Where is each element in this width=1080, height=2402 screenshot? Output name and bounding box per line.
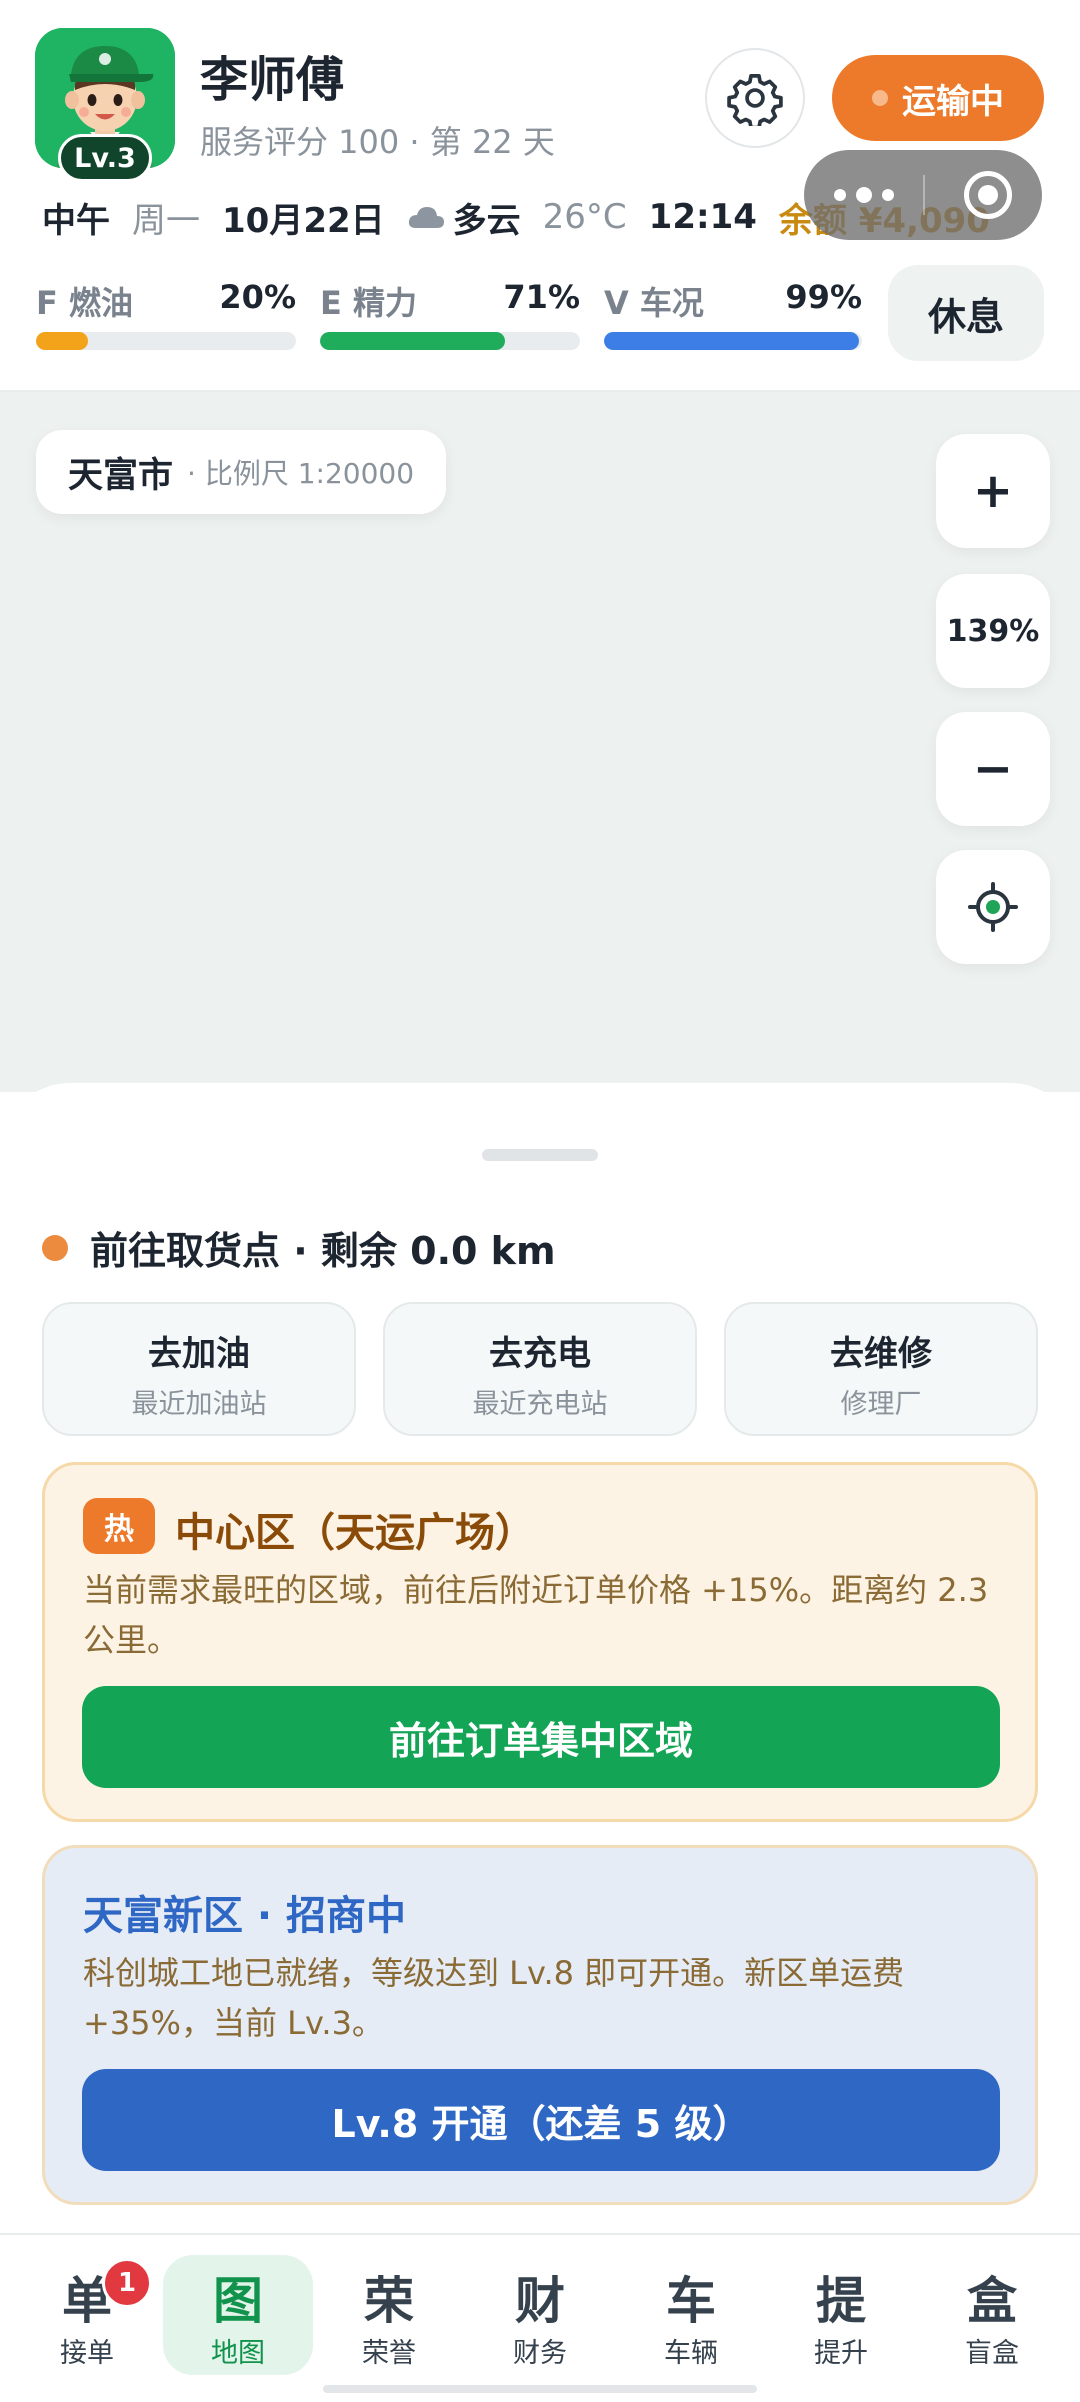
nav-label: 财务: [513, 2338, 567, 2369]
weekday: 周一: [132, 200, 200, 241]
service-subtitle: 最近充电站: [472, 1389, 608, 1420]
nav-vehicle[interactable]: 车 车辆: [616, 2255, 766, 2375]
stat-vehicle: V 车况 99%: [604, 278, 862, 358]
stat-label: F 燃油: [36, 284, 134, 322]
nav-label: 盲盒: [965, 2338, 1019, 2369]
new-zone-description: 科创城工地已就绪，等级达到 Lv.8 即可开通。新区单运费 +35%，当前 Lv…: [83, 1954, 905, 2042]
home-indicator[interactable]: [323, 2385, 757, 2393]
menu-dots-icon[interactable]: [834, 178, 894, 212]
service-subtitle: 修理厂: [840, 1389, 922, 1420]
service-title: 去维修: [830, 1334, 932, 1374]
weather: 多云: [452, 200, 521, 241]
transport-status-button[interactable]: 运输中: [832, 55, 1044, 141]
status-label: 运输中: [902, 81, 1004, 122]
stat-value: 20%: [219, 278, 296, 316]
city-chip: 天富市 · 比例尺 1:20000: [36, 430, 447, 514]
zoom-out-button[interactable]: −: [936, 712, 1050, 826]
settings-button[interactable]: [705, 48, 805, 148]
status-dot: [872, 90, 888, 106]
vehicle-bar: [604, 332, 862, 350]
cloud-icon: [408, 207, 444, 228]
date: 10月22日: [222, 200, 385, 241]
locate-icon: [968, 882, 1018, 932]
service-subtitle: 最近加油站: [131, 1389, 267, 1420]
service-title: 去加油: [148, 1334, 250, 1374]
target-icon[interactable]: [964, 171, 1012, 219]
nav-glyph: 车: [666, 2272, 716, 2330]
goto-hot-zone-button[interactable]: 前往订单集中区域: [82, 1686, 1000, 1788]
hot-tag: 热: [83, 1498, 155, 1554]
city-name: 天富市: [68, 455, 174, 496]
hot-zone-card: 热 中心区（天运广场） 当前需求最旺的区域，前往后附近订单价格 +15%。距离约…: [42, 1462, 1038, 1822]
new-zone-card: 天富新区 · 招商中 科创城工地已就绪，等级达到 Lv.8 即可开通。新区单运费…: [42, 1845, 1038, 2205]
zoom-in-button[interactable]: +: [936, 434, 1050, 548]
nav-glyph: 图: [213, 2272, 263, 2330]
stat-value: 99%: [785, 278, 862, 316]
route-status: 前往取货点 · 剩余 0.0 km: [42, 1220, 556, 1275]
driver-subtitle: 服务评分 100 · 第 22 天: [200, 123, 555, 161]
level-badge: Lv.3: [58, 134, 152, 182]
energy-bar-fill: [320, 332, 505, 350]
capsule-divider: [923, 175, 925, 215]
service-title: 去充电: [489, 1334, 591, 1374]
nav-upgrade[interactable]: 提 提升: [766, 2255, 916, 2375]
zoom-level: 139%: [936, 574, 1050, 688]
nav-label: 荣誉: [362, 2338, 416, 2369]
gear-icon: [727, 73, 783, 126]
orders-count-badge: 1: [102, 2258, 152, 2308]
fuel-bar: [36, 332, 296, 350]
locate-button[interactable]: [936, 850, 1050, 964]
fuel-bar-fill: [36, 332, 88, 350]
clock: 12:14: [648, 197, 757, 237]
hot-zone-description: 当前需求最旺的区域，前往后附近订单价格 +15%。距离约 2.3 公里。: [83, 1571, 989, 1659]
route-dot: [42, 1234, 68, 1261]
stat-label: E 精力: [320, 284, 418, 322]
energy-bar: [320, 332, 580, 350]
refuel-button[interactable]: 去加油 最近加油站: [42, 1302, 356, 1436]
miniprogram-capsule[interactable]: [804, 150, 1042, 240]
time-of-day: 中午: [42, 200, 110, 241]
stat-fuel: F 燃油 20%: [36, 278, 296, 358]
nav-label: 接单: [60, 2338, 114, 2369]
nav-glyph: 提: [816, 2272, 866, 2330]
nav-label: 提升: [814, 2338, 868, 2369]
map-scale: · 比例尺 1:20000: [187, 457, 415, 490]
nav-finance[interactable]: 财 财务: [465, 2255, 615, 2375]
unlock-new-zone-button[interactable]: Lv.8 开通（还差 5 级）: [82, 2069, 1000, 2171]
stat-value: 71%: [503, 278, 580, 316]
nav-glyph: 盒: [967, 2272, 1017, 2330]
driver-name: 李师傅: [200, 52, 345, 108]
nav-glyph: 荣: [364, 2272, 414, 2330]
recharge-button[interactable]: 去充电 最近充电站: [383, 1302, 697, 1436]
nav-label: 车辆: [664, 2338, 718, 2369]
new-zone-title: 天富新区 · 招商中: [83, 1893, 407, 1939]
temperature: 26°C: [542, 197, 627, 237]
nav-label: 地图: [211, 2338, 265, 2369]
stat-label: V 车况: [604, 284, 704, 322]
repair-button[interactable]: 去维修 修理厂: [724, 1302, 1038, 1436]
nav-blindbox[interactable]: 盒 盲盒: [917, 2255, 1067, 2375]
nav-map[interactable]: 图 地图: [163, 2255, 313, 2375]
nav-glyph: 财: [515, 2272, 565, 2330]
route-text: 前往取货点 · 剩余 0.0 km: [90, 1229, 556, 1273]
vehicle-bar-fill: [604, 332, 860, 350]
nav-honors[interactable]: 荣 荣誉: [314, 2255, 464, 2375]
hot-zone-title: 中心区（天运广场）: [175, 1510, 535, 1556]
rest-button[interactable]: 休息: [888, 265, 1044, 361]
stat-energy: E 精力 71%: [320, 278, 580, 358]
sheet-drag-handle[interactable]: [482, 1149, 598, 1161]
